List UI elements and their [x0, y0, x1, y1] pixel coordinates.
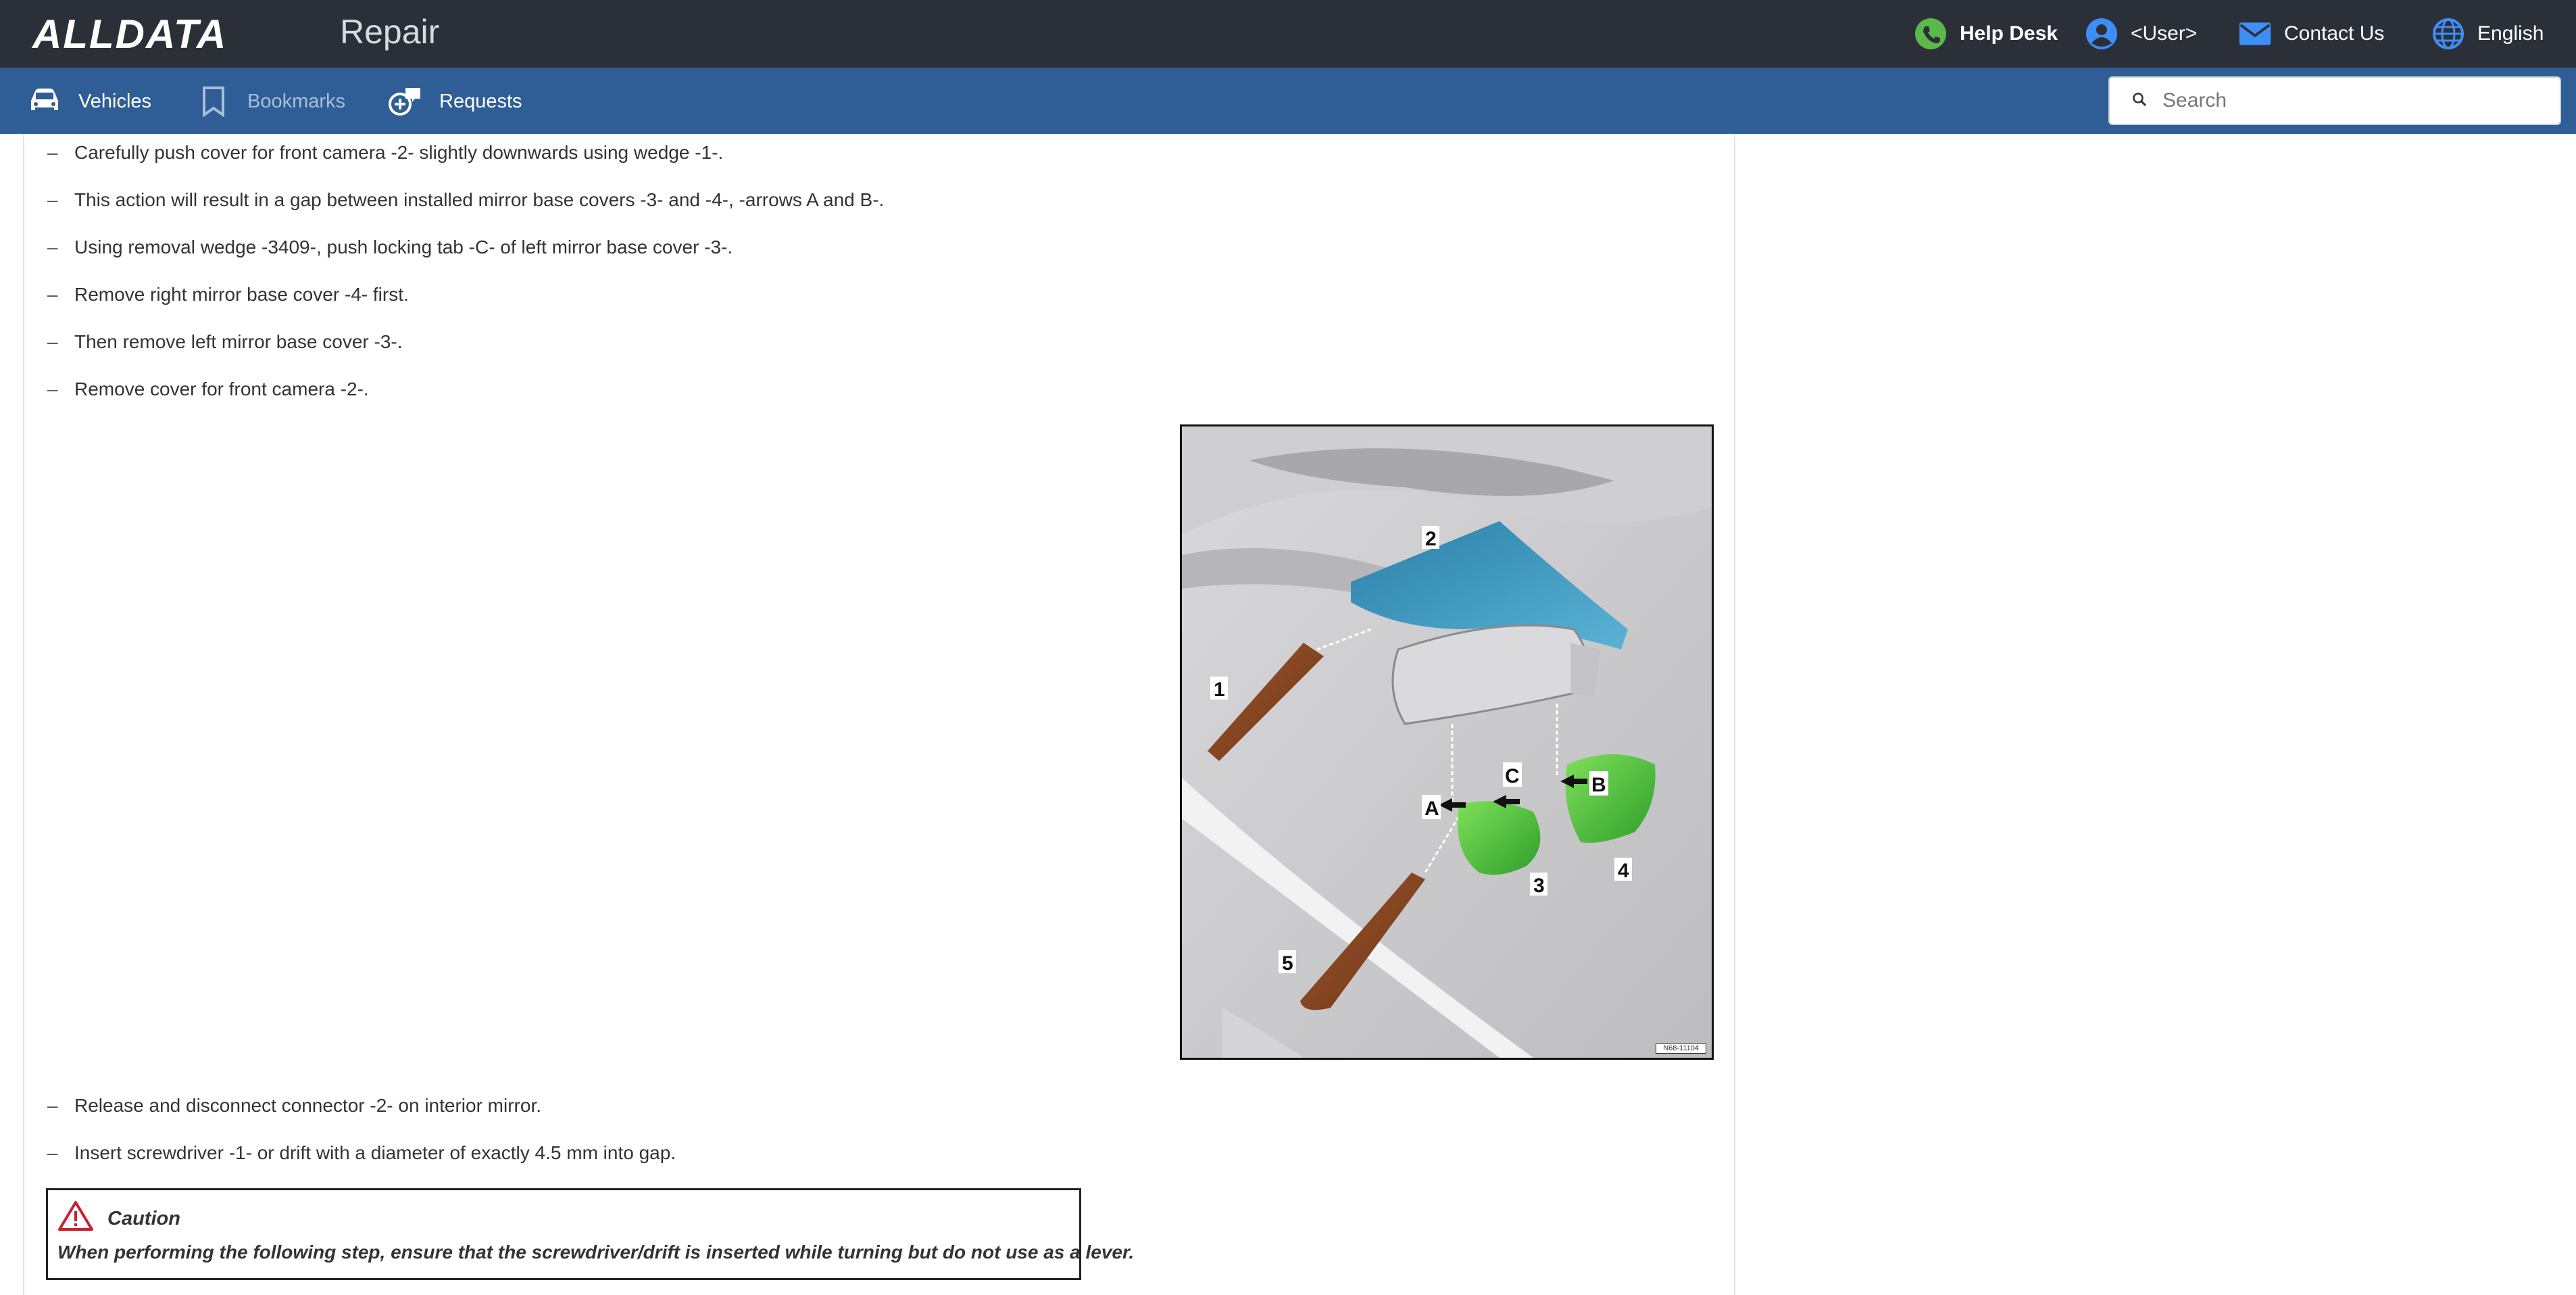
help-desk-label: Help Desk — [1960, 22, 2058, 45]
help-desk-link[interactable]: Help Desk — [1914, 15, 2058, 53]
procedure-step: – Using removal wedge -3409-, push locki… — [47, 237, 733, 258]
side-panel — [1737, 134, 2576, 1295]
language-label: English — [2477, 22, 2544, 45]
callout-5: 5 — [1282, 952, 1293, 975]
callout-4: 4 — [1618, 860, 1629, 882]
callout-c: C — [1505, 765, 1520, 787]
search-icon — [2131, 91, 2148, 111]
request-add-icon — [388, 84, 423, 119]
envelope-icon — [2238, 17, 2272, 51]
figure-id: N68-11104 — [1656, 1043, 1706, 1054]
step-text: Using removal wedge -3409-, push locking… — [74, 237, 733, 258]
search-input[interactable] — [2162, 89, 2541, 112]
user-menu[interactable]: <User> — [2085, 15, 2197, 53]
warning-triangle-icon — [57, 1200, 94, 1238]
callout-b: B — [1591, 774, 1606, 796]
caution-box: Caution When performing the following st… — [46, 1188, 1134, 1280]
callout-a: A — [1425, 798, 1439, 820]
procedure-step: – Then remove left mirror base cover -3-… — [47, 331, 403, 352]
nav-requests-label: Requests — [439, 90, 522, 112]
nav-requests[interactable]: Requests — [388, 82, 522, 120]
step-text: Remove cover for front camera -2-. — [74, 378, 369, 399]
procedure-step: – Release and disconnect connector -2- o… — [47, 1095, 542, 1116]
alldata-logo[interactable]: ALLDATA — [32, 9, 227, 58]
app-header: ALLDATA Repair Help Desk <User> Contact … — [0, 0, 2576, 68]
globe-icon — [2431, 17, 2465, 51]
contact-us-link[interactable]: Contact Us — [2238, 15, 2384, 53]
caution-text: When performing the following step, ensu… — [57, 1242, 1135, 1263]
illustration-drawing: 2 1 A C B 4 3 5 — [1182, 426, 1712, 1058]
procedure-illustration[interactable]: 2 1 A C B 4 3 5 N68-11104 — [1180, 424, 1714, 1060]
user-label: <User> — [2131, 22, 2198, 45]
step-text: Release and disconnect connector -2- on … — [74, 1095, 542, 1116]
callout-2: 2 — [1425, 528, 1437, 550]
callout-3: 3 — [1533, 875, 1545, 897]
procedure-step: – Insert screwdriver -1- or drift with a… — [47, 1142, 676, 1163]
procedure-step: – Remove cover for front camera -2-. — [47, 378, 369, 399]
contact-us-label: Contact Us — [2284, 22, 2385, 45]
procedure-step: – Remove right mirror base cover -4- fir… — [47, 284, 409, 305]
nav-vehicles-label: Vehicles — [78, 90, 152, 112]
nav-bookmarks-label: Bookmarks — [247, 90, 346, 112]
procedure-step: – Carefully push cover for front camera … — [47, 142, 724, 163]
step-text: Remove right mirror base cover -4- first… — [74, 284, 409, 305]
step-text: This action will result in a gap between… — [74, 189, 885, 210]
car-icon — [27, 84, 62, 119]
bookmark-icon — [196, 84, 231, 119]
app-name: Repair — [340, 13, 440, 51]
nav-vehicles[interactable]: Vehicles — [27, 82, 151, 120]
step-text: Insert screwdriver -1- or drift with a d… — [74, 1142, 676, 1163]
procedure-step: – This action will result in a gap betwe… — [47, 189, 885, 210]
callout-1: 1 — [1214, 679, 1225, 701]
search-box[interactable] — [2108, 76, 2561, 125]
logo-text: ALLDATA — [32, 11, 228, 57]
language-selector[interactable]: English — [2431, 15, 2544, 53]
procedure-content: – Carefully push cover for front camera … — [23, 134, 1735, 1295]
step-text: Carefully push cover for front camera -2… — [74, 142, 724, 163]
phone-icon — [1914, 17, 1948, 51]
nav-bookmarks[interactable]: Bookmarks — [196, 82, 345, 120]
step-text: Then remove left mirror base cover -3-. — [74, 331, 403, 352]
caution-title: Caution — [107, 1207, 180, 1229]
caution-header: Caution — [57, 1200, 180, 1238]
user-circle-icon — [2085, 17, 2119, 51]
